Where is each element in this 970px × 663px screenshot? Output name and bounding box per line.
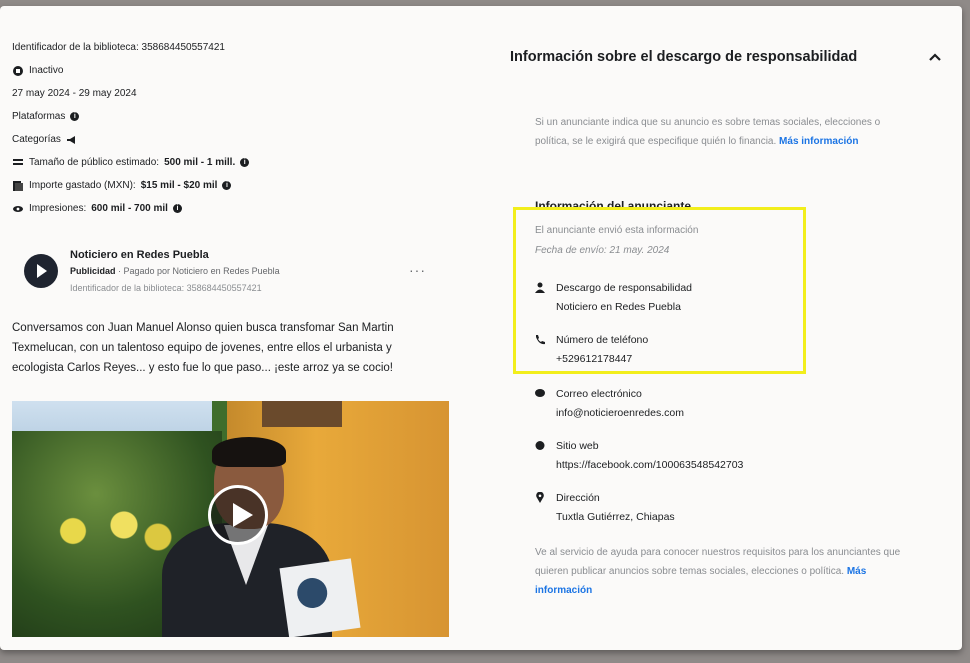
more-options-icon[interactable]: ··· xyxy=(409,262,426,278)
inactive-status-icon xyxy=(12,65,24,77)
location-pin-icon xyxy=(536,492,544,503)
money-icon xyxy=(12,180,24,192)
status-row: Inactivo xyxy=(12,59,452,82)
impressions-label: Impresiones: xyxy=(29,203,87,214)
address-value: Tuxtla Gutiérrez, Chiapas xyxy=(556,511,675,523)
post-library-id: Identificador de la biblioteca: 35868445… xyxy=(70,283,262,293)
page-name[interactable]: Noticiero en Redes Puebla xyxy=(70,249,209,261)
globe-icon xyxy=(535,441,545,450)
spend-value: $15 mil - $20 mil xyxy=(140,180,218,191)
website-value[interactable]: https://facebook.com/100063548542703 xyxy=(556,456,743,475)
platforms-label: Plataformas xyxy=(12,111,66,122)
footer-text: Ve al servicio de ayuda para conocer nue… xyxy=(535,547,901,577)
info-icon[interactable]: i xyxy=(222,181,232,190)
post-header: Noticiero en Redes Puebla Publicidad · P… xyxy=(12,242,452,304)
sponsored-line: Publicidad · Pagado por Noticiero en Red… xyxy=(70,266,280,276)
highlight-box xyxy=(513,207,806,374)
sponsored-label: Publicidad xyxy=(70,266,116,276)
intro-more-info-link[interactable]: Más información xyxy=(779,136,858,147)
chevron-up-icon[interactable] xyxy=(928,50,942,64)
ad-preview: Noticiero en Redes Puebla Publicidad · P… xyxy=(12,242,452,374)
spend-label: Importe gastado (MXN): xyxy=(29,180,136,191)
video-thumbnail[interactable] xyxy=(12,401,449,637)
library-id-row: Identificador de la biblioteca: 35868445… xyxy=(12,36,452,59)
disclaimer-footer: Ve al servicio de ayuda para conocer nue… xyxy=(535,543,915,600)
paid-by: · Pagado por Noticiero en Redes Puebla xyxy=(115,266,280,276)
impressions-value: 600 mil - 700 mil xyxy=(91,203,168,214)
address-label: Dirección xyxy=(556,492,600,504)
categories-row: Categorías xyxy=(12,128,452,151)
disclaimer-intro: Si un anunciante indica que su anuncio e… xyxy=(535,113,895,151)
platforms-row: Plataformas i xyxy=(12,105,452,128)
audience-row: Tamaño de público estimado: 500 mil - 1 … xyxy=(12,151,452,174)
ad-details: Identificador de la biblioteca: 35868445… xyxy=(12,36,452,220)
info-icon[interactable]: i xyxy=(172,204,182,213)
audience-label: Tamaño de público estimado: xyxy=(29,157,160,168)
categories-label: Categorías xyxy=(12,134,61,145)
email-icon xyxy=(535,389,545,397)
spend-row: Importe gastado (MXN): $15 mil - $20 mil… xyxy=(12,174,452,197)
impressions-row: Impresiones: 600 mil - 700 mil i xyxy=(12,197,452,220)
info-icon[interactable]: i xyxy=(70,112,80,121)
dates-row: 27 may 2024 - 29 may 2024 xyxy=(12,82,452,105)
website-label: Sitio web xyxy=(556,440,599,452)
disclaimer-title[interactable]: Información sobre el descargo de respons… xyxy=(510,49,857,65)
audience-icon xyxy=(12,157,24,169)
video-roof xyxy=(262,401,342,427)
email-value[interactable]: info@noticieroenredes.com xyxy=(556,404,684,423)
post-body-text: Conversamos con Juan Manuel Alonso quien… xyxy=(12,322,394,374)
page-avatar[interactable] xyxy=(24,254,58,288)
library-id: Identificador de la biblioteca: 35868445… xyxy=(12,42,225,53)
person-hair xyxy=(212,437,286,467)
run-dates: 27 may 2024 - 29 may 2024 xyxy=(12,88,137,99)
email-label: Correo electrónico xyxy=(556,388,642,400)
status-text: Inactivo xyxy=(29,65,64,76)
megaphone-icon xyxy=(66,134,78,146)
info-icon[interactable]: i xyxy=(240,158,250,167)
eye-icon xyxy=(12,203,24,215)
microphone-flag xyxy=(279,558,361,637)
ad-library-panel: Identificador de la biblioteca: 35868445… xyxy=(0,6,962,650)
play-icon[interactable] xyxy=(208,485,268,545)
audience-value: 500 mil - 1 mill. xyxy=(164,157,236,168)
